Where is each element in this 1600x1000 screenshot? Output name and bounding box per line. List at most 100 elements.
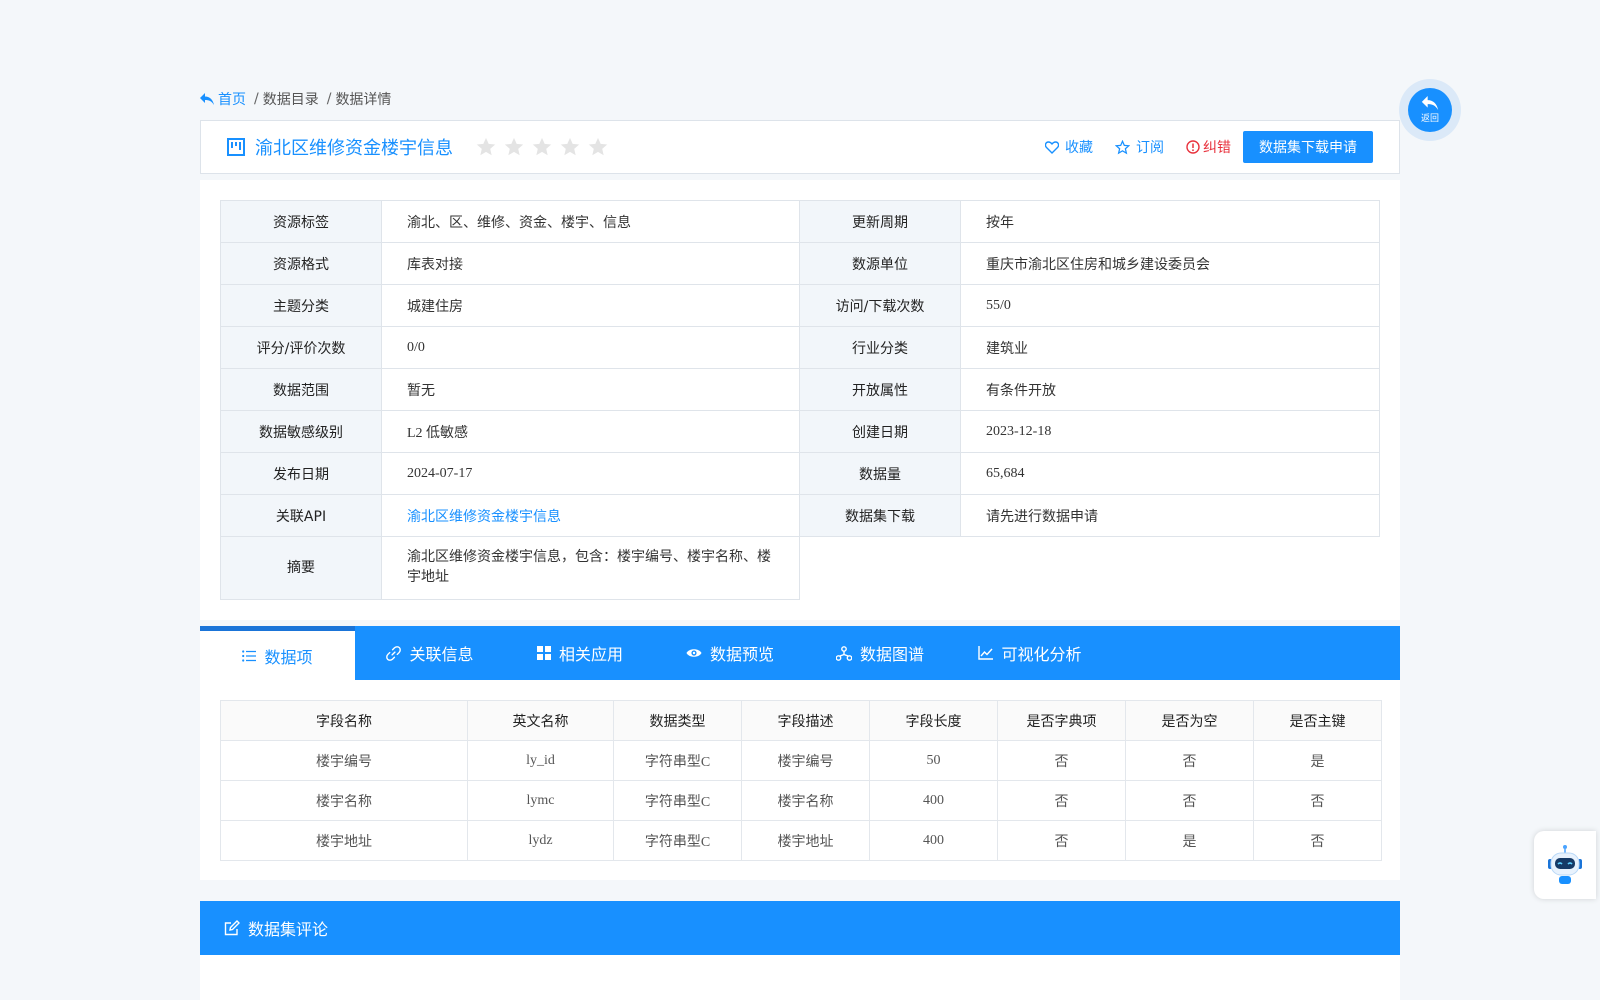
line-chart-icon (978, 646, 994, 660)
table-cell: 否 (1125, 740, 1254, 781)
info-value: 65,684 (960, 452, 1380, 495)
info-row: 数据敏感级别 L2 低敏感 创建日期 2023-12-18 (220, 410, 1380, 453)
comments-title: 数据集评论 (248, 920, 329, 939)
table-cell: 楼宇编号 (220, 740, 468, 781)
info-label: 评分/评价次数 (220, 326, 382, 369)
report-error-button[interactable]: 纠错 (1186, 137, 1231, 157)
info-row: 主题分类 城建住房 访问/下载次数 55/0 (220, 284, 1380, 327)
link-icon (386, 645, 402, 661)
info-value: L2 低敏感 (381, 410, 800, 453)
table-cell: 楼宇地址 (741, 820, 870, 861)
info-value: 按年 (960, 200, 1380, 243)
rating-stars[interactable] (475, 136, 609, 158)
info-row: 评分/评价次数 0/0 行业分类 建筑业 (220, 326, 1380, 369)
info-label: 行业分类 (799, 326, 961, 369)
dataset-icon (227, 138, 245, 156)
table-cell: lydz (467, 820, 614, 861)
tab-label: 数据图谱 (859, 645, 924, 664)
table-cell: 否 (997, 820, 1126, 861)
info-value: 2024-07-17 (381, 452, 800, 495)
related-api-link[interactable]: 渝北区维修资金楼宇信息 (407, 510, 561, 525)
tab-data-items[interactable]: 数据项 (200, 626, 355, 680)
favorite-button[interactable]: 收藏 (1045, 137, 1093, 157)
breadcrumb: 首页 / 数据目录 / 数据详情 (200, 89, 391, 109)
column-header: 是否为空 (1125, 700, 1254, 741)
info-value: 渝北区维修资金楼宇信息，包含：楼宇编号、楼宇名称、楼宇地址 (381, 536, 800, 600)
table-cell: lymc (467, 780, 614, 821)
info-row: 资源标签 渝北、区、维修、资金、楼宇、信息 更新周期 按年 (220, 200, 1380, 243)
info-value: 重庆市渝北区住房和城乡建设委员会 (960, 242, 1380, 285)
dataset-header: 渝北区维修资金楼宇信息 收藏 订阅 纠错 数据集下载申请 (200, 120, 1400, 174)
table-row: 楼宇地址 lydz 字符串型C 楼宇地址 400 否 是 否 (220, 820, 1382, 861)
info-row: 数据范围 暂无 开放属性 有条件开放 (220, 368, 1380, 411)
table-row: 楼宇名称 lymc 字符串型C 楼宇名称 400 否 否 否 (220, 780, 1382, 821)
tab-related-info[interactable]: 关联信息 (355, 626, 505, 680)
chat-assistant-button[interactable] (1534, 831, 1596, 899)
info-value: 有条件开放 (960, 368, 1380, 411)
breadcrumb-home-label: 首页 (218, 92, 246, 108)
dataset-title: 渝北区维修资金楼宇信息 (255, 138, 453, 159)
table-cell: 楼宇编号 (741, 740, 870, 781)
column-header: 字段长度 (869, 700, 998, 741)
star-icon[interactable] (587, 136, 609, 158)
tab-label: 可视化分析 (1001, 645, 1082, 664)
breadcrumb-separator: / (326, 91, 332, 107)
table-cell: 否 (1125, 780, 1254, 821)
tab-data-graph[interactable]: 数据图谱 (805, 626, 955, 680)
subscribe-button[interactable]: 订阅 (1115, 137, 1164, 157)
info-value: 55/0 (960, 284, 1380, 327)
tab-data-preview[interactable]: 数据预览 (655, 626, 805, 680)
eye-icon (686, 649, 702, 657)
info-label: 创建日期 (799, 410, 961, 453)
info-label: 开放属性 (799, 368, 961, 411)
column-header: 英文名称 (467, 700, 614, 741)
star-outline-icon (1115, 139, 1130, 154)
info-row: 关联API 渝北区维修资金楼宇信息 数据集下载 请先进行数据申请 (220, 494, 1380, 537)
star-icon[interactable] (559, 136, 581, 158)
info-value: 城建住房 (381, 284, 800, 327)
info-label: 摘要 (220, 536, 382, 600)
info-value: 2023-12-18 (960, 410, 1380, 453)
breadcrumb-home[interactable]: 首页 (200, 89, 246, 109)
info-row: 摘要 渝北区维修资金楼宇信息，包含：楼宇编号、楼宇名称、楼宇地址 (220, 536, 1380, 600)
tab-label: 关联信息 (409, 645, 474, 664)
table-cell: 否 (1253, 780, 1382, 821)
tab-related-apps[interactable]: 相关应用 (505, 626, 655, 680)
table-cell: ly_id (467, 740, 614, 781)
column-header: 是否字典项 (997, 700, 1126, 741)
heart-icon (1045, 140, 1059, 154)
back-button[interactable]: 返回 (1399, 79, 1461, 141)
dataset-info-table: 资源标签 渝北、区、维修、资金、楼宇、信息 更新周期 按年 资源格式 库表对接 … (220, 200, 1380, 600)
info-value: 渝北、区、维修、资金、楼宇、信息 (381, 200, 800, 243)
comments-header: 数据集评论 (200, 901, 1400, 955)
breadcrumb-separator: / (254, 91, 259, 107)
info-label: 访问/下载次数 (799, 284, 961, 327)
star-icon[interactable] (531, 136, 553, 158)
table-cell: 400 (869, 820, 998, 861)
info-label: 数据敏感级别 (220, 410, 382, 453)
info-value: 库表对接 (381, 242, 800, 285)
star-icon[interactable] (475, 136, 497, 158)
tab-label: 相关应用 (558, 645, 623, 664)
apply-download-button[interactable]: 数据集下载申请 (1243, 131, 1373, 163)
breadcrumb-item-catalog[interactable]: 数据目录 (263, 89, 319, 109)
favorite-label: 收藏 (1065, 140, 1093, 156)
table-cell: 400 (869, 780, 998, 821)
info-label: 资源格式 (220, 242, 382, 285)
info-label: 数据集下载 (799, 494, 961, 537)
column-header: 字段名称 (220, 700, 468, 741)
info-value: 请先进行数据申请 (960, 494, 1380, 537)
info-label: 数据范围 (220, 368, 382, 411)
breadcrumb-item-detail: 数据详情 (335, 92, 392, 108)
info-value: 渝北区维修资金楼宇信息 (381, 494, 800, 537)
star-icon[interactable] (503, 136, 525, 158)
alert-circle-icon (1186, 140, 1200, 154)
table-cell: 否 (997, 740, 1126, 781)
tab-visual-analysis[interactable]: 可视化分析 (955, 626, 1105, 680)
column-header: 字段描述 (741, 700, 870, 741)
info-row: 资源格式 库表对接 数源单位 重庆市渝北区住房和城乡建设委员会 (220, 242, 1380, 285)
info-label: 资源标签 (220, 200, 382, 243)
table-cell: 楼宇名称 (741, 780, 870, 821)
dataset-info-panel: 资源标签 渝北、区、维修、资金、楼宇、信息 更新周期 按年 资源格式 库表对接 … (200, 180, 1400, 620)
info-label: 关联API (220, 494, 382, 537)
